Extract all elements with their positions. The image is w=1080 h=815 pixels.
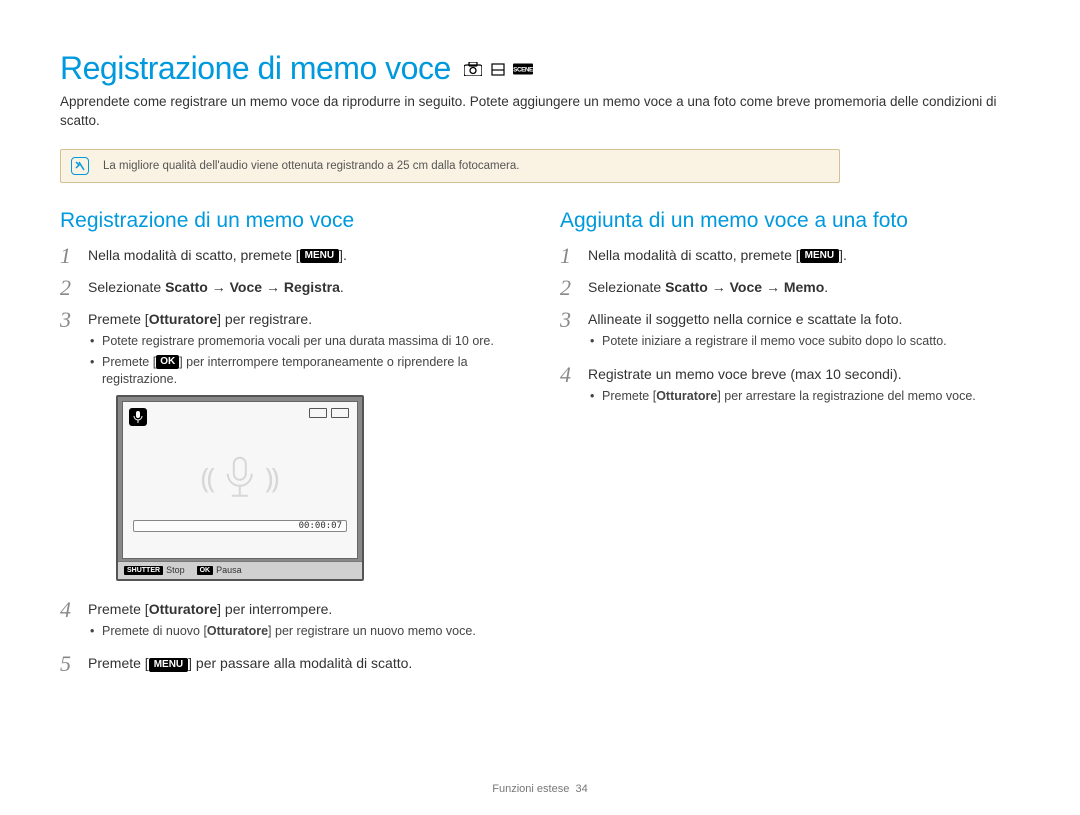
right-step3-text: Allineate il soggetto nella cornice e sc… xyxy=(588,309,1020,329)
battery-icon xyxy=(331,408,349,418)
step-number-1: 1 xyxy=(560,245,578,267)
content-columns: Registrazione di un memo voce 1 Nella mo… xyxy=(60,209,1020,686)
left-heading: Registrazione di un memo voce xyxy=(60,209,520,233)
tip-text: La migliore qualità dell'audio viene ott… xyxy=(103,160,519,172)
right-step1-text: Nella modalità di scatto, premete [MENU]… xyxy=(588,245,1020,265)
sound-wave-left-icon: ⸨ xyxy=(201,458,215,496)
step-number-2: 2 xyxy=(60,277,78,299)
left-column: Registrazione di un memo voce 1 Nella mo… xyxy=(60,209,520,686)
right-step3-bullet1: Potete iniziare a registrare il memo voc… xyxy=(588,333,1020,351)
right-step4-text: Registrate un memo voce breve (max 10 se… xyxy=(588,364,1020,384)
step-number-3: 3 xyxy=(60,309,78,331)
right-step2-text: Selezionate Scatto → Voce → Memo. xyxy=(588,277,1020,297)
ok-pause-hint: OK Pausa xyxy=(191,565,248,575)
left-step4-text: Premete [Otturatore] per interrompere. xyxy=(88,599,520,619)
left-step3-bullet1: Potete registrare promemoria vocali per … xyxy=(88,333,520,351)
step-number-1: 1 xyxy=(60,245,78,267)
right-heading: Aggiunta di un memo voce a una foto xyxy=(560,209,1020,233)
card-icon xyxy=(309,408,327,418)
footer-section: Funzioni estese xyxy=(492,783,569,795)
step-number-3: 3 xyxy=(560,309,578,331)
elapsed-time: 00:00:07 xyxy=(299,521,342,531)
lcd-screen: ⸨ ⸩ 00:00:07 xyxy=(122,401,358,559)
left-step2-text: Selezionate Scatto → Voce → Registra. xyxy=(88,277,520,297)
mode-icon-scene: SCENE xyxy=(513,62,533,76)
left-step3-bullet2: Premete [OK] per interrompere temporanea… xyxy=(88,354,520,389)
recording-mode-icon xyxy=(129,408,147,426)
left-step1-text: Nella modalità di scatto, premete [MENU]… xyxy=(88,245,520,265)
left-step-2: 2 Selezionate Scatto → Voce → Registra. xyxy=(60,277,520,299)
ok-button-label: OK xyxy=(156,355,179,369)
lcd-status-icons xyxy=(309,408,349,418)
title-text: Registrazione di memo voce xyxy=(60,50,451,87)
right-column: Aggiunta di un memo voce a una foto 1 Ne… xyxy=(560,209,1020,686)
sound-wave-right-icon: ⸩ xyxy=(265,458,279,496)
tip-icon xyxy=(71,157,89,175)
title-mode-icons: SCENE xyxy=(463,62,533,76)
right-step-3: 3 Allineate il soggetto nella cornice e … xyxy=(560,309,1020,354)
camera-lcd-illustration: ⸨ ⸩ 00:00:07 SHUTTER Stop xyxy=(116,395,364,581)
left-step5-text: Premete [MENU] per passare alla modalità… xyxy=(88,653,520,673)
mode-icon-dual xyxy=(488,62,508,76)
page-title: Registrazione di memo voce SCENE xyxy=(60,50,1020,87)
shutter-stop-hint: SHUTTER Stop xyxy=(118,565,191,575)
right-step-4: 4 Registrate un memo voce breve (max 10 … xyxy=(560,364,1020,409)
mode-icon-camera xyxy=(463,62,483,76)
svg-text:SCENE: SCENE xyxy=(513,66,533,73)
microphone-icon xyxy=(223,455,257,499)
lcd-bottom-bar: SHUTTER Stop OK Pausa xyxy=(118,561,362,579)
menu-button-label: MENU xyxy=(300,249,339,263)
right-step-2: 2 Selezionate Scatto → Voce → Memo. xyxy=(560,277,1020,299)
left-step4-bullet1: Premete di nuovo [Otturatore] per regist… xyxy=(88,623,520,641)
left-step-5: 5 Premete [MENU] per passare alla modali… xyxy=(60,653,520,675)
microphone-graphic: ⸨ ⸩ xyxy=(201,455,279,499)
intro-paragraph: Apprendete come registrare un memo voce … xyxy=(60,93,1020,131)
left-step3-text: Premete [Otturatore] per registrare. xyxy=(88,309,520,329)
left-step-1: 1 Nella modalità di scatto, premete [MEN… xyxy=(60,245,520,267)
footer-page-number: 34 xyxy=(575,783,587,795)
left-step-3: 3 Premete [Otturatore] per registrare. P… xyxy=(60,309,520,589)
right-step-1: 1 Nella modalità di scatto, premete [MEN… xyxy=(560,245,1020,267)
step-number-4: 4 xyxy=(560,364,578,386)
step-number-2: 2 xyxy=(560,277,578,299)
step-number-5: 5 xyxy=(60,653,78,675)
right-step4-bullet1: Premete [Otturatore] per arrestare la re… xyxy=(588,388,1020,406)
step-number-4: 4 xyxy=(60,599,78,621)
left-step-4: 4 Premete [Otturatore] per interrompere.… xyxy=(60,599,520,644)
menu-button-label: MENU xyxy=(149,658,188,672)
page-footer: Funzioni estese 34 xyxy=(0,783,1080,795)
menu-button-label: MENU xyxy=(800,249,839,263)
tip-callout: La migliore qualità dell'audio viene ott… xyxy=(60,149,840,183)
